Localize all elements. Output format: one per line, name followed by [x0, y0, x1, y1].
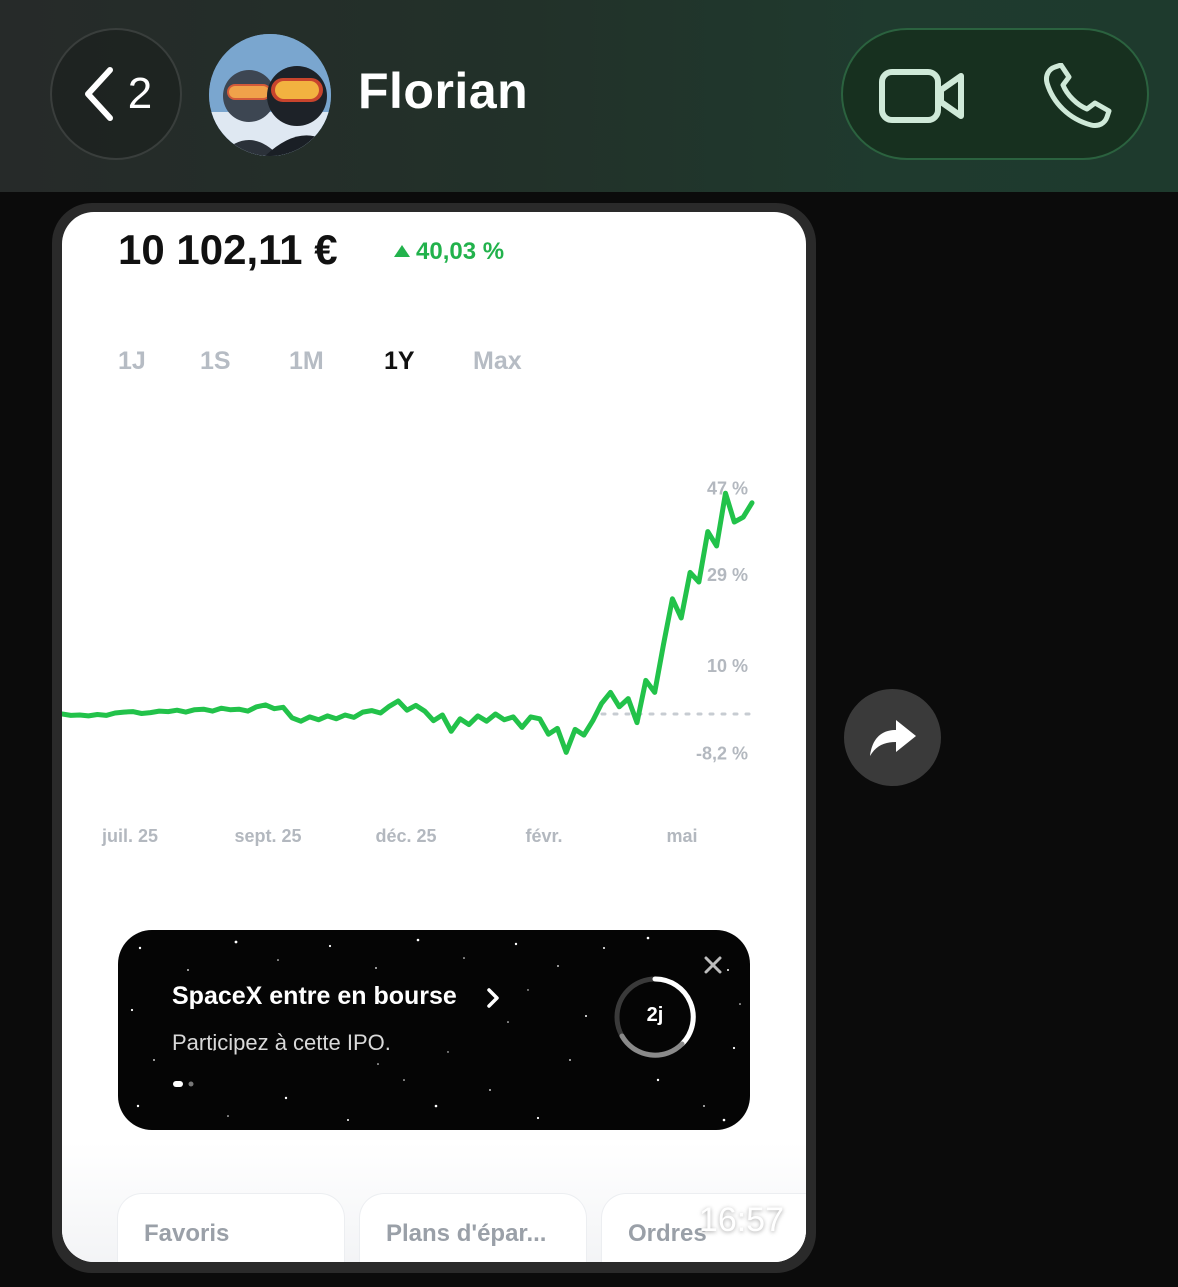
pagination-dots — [173, 1081, 194, 1087]
x-tick-label: sept. 25 — [234, 826, 301, 846]
x-tick-labels: juil. 25 sept. 25 déc. 25 févr. mai — [101, 826, 698, 846]
favorites-card[interactable]: Favoris — [118, 1194, 344, 1262]
card-label: Plans d'épar... — [386, 1220, 547, 1247]
phone-call-icon[interactable] — [1043, 63, 1113, 129]
x-tick-label: févr. — [525, 826, 562, 846]
card-label: Favoris — [144, 1220, 230, 1247]
close-icon[interactable] — [704, 956, 722, 974]
promo-countdown: 2j — [646, 1004, 664, 1026]
shared-screenshot[interactable]: 10 102,11 € 40,03 % 1J 1S 1M 1Y Max 47 %… — [62, 212, 806, 1262]
x-tick-label: mai — [666, 826, 697, 846]
chevron-left-icon — [84, 67, 113, 121]
spacex-promo-banner[interactable]: SpaceX entre en bourse Participez à cett… — [118, 930, 750, 1130]
y-tick-label: 10 % — [707, 656, 748, 676]
share-forward-icon — [869, 719, 916, 756]
promo-subtitle: Participez à cette IPO. — [172, 1030, 391, 1055]
savings-plans-card[interactable]: Plans d'épar... — [360, 1194, 586, 1262]
unread-count: 2 — [127, 69, 153, 118]
video-call-icon[interactable] — [879, 66, 965, 126]
back-button[interactable]: 2 — [50, 28, 182, 160]
promo-title: SpaceX entre en bourse — [172, 982, 457, 1010]
x-tick-label: juil. 25 — [101, 826, 158, 846]
chevron-right-icon — [487, 988, 499, 1008]
y-tick-label: -8,2 % — [696, 743, 748, 763]
message-timestamp: 16:57 — [698, 1201, 784, 1239]
forward-button[interactable] — [844, 689, 941, 786]
y-tick-label: 29 % — [707, 565, 748, 585]
contact-avatar[interactable] — [209, 34, 331, 156]
image-message[interactable]: 10 102,11 € 40,03 % 1J 1S 1M 1Y Max 47 %… — [52, 203, 816, 1273]
card-label: Ordres — [628, 1220, 707, 1247]
chat-header: 2 Florian — [0, 0, 1178, 192]
avatar-photo — [209, 34, 331, 156]
x-tick-label: déc. 25 — [375, 826, 436, 846]
call-actions — [841, 28, 1149, 160]
contact-name[interactable]: Florian — [358, 62, 528, 120]
series-line — [62, 490, 755, 755]
